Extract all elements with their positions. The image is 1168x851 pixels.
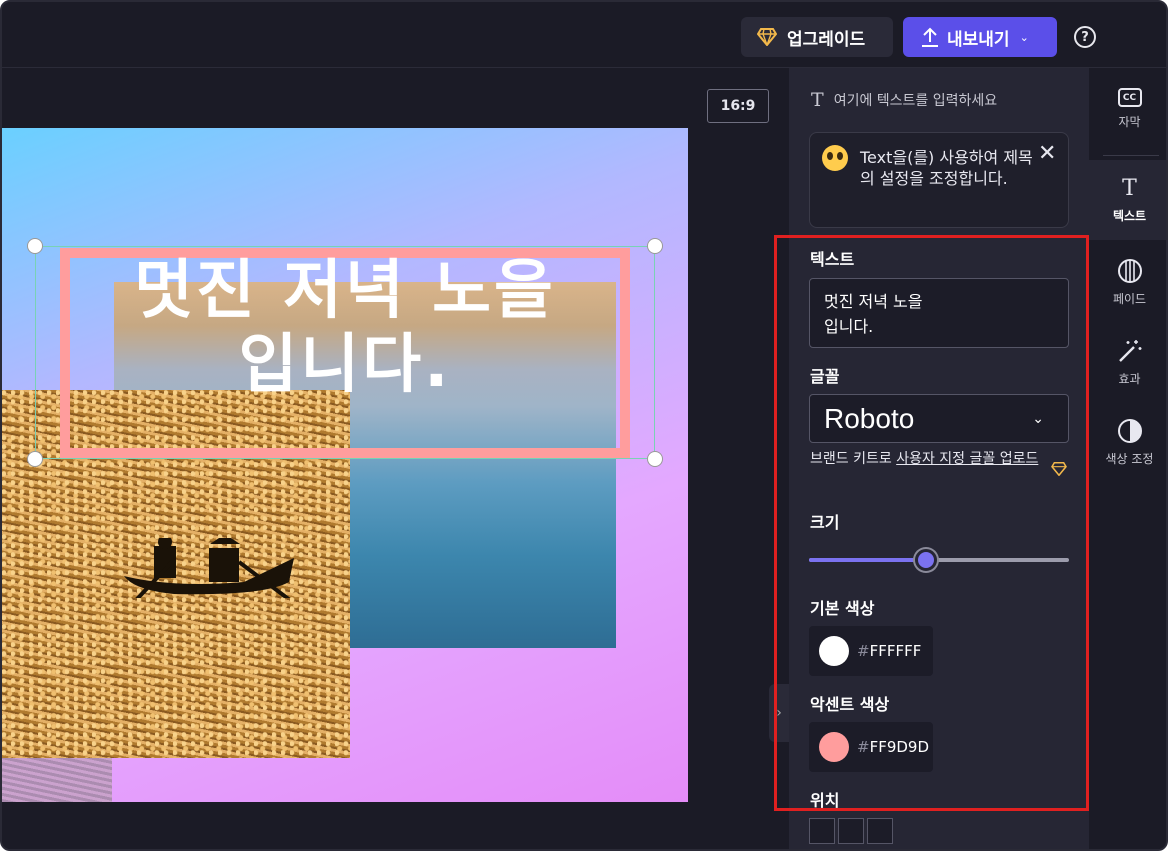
rail-item-label: 자막 bbox=[1118, 115, 1141, 129]
export-button[interactable]: 내보내기 ⌄ bbox=[903, 17, 1057, 57]
emoji-icon bbox=[822, 145, 848, 171]
rail-item-label: 페이드 bbox=[1112, 292, 1147, 306]
upload-icon bbox=[922, 27, 938, 47]
contrast-icon bbox=[1117, 419, 1142, 443]
magic-wand-icon bbox=[1118, 340, 1141, 362]
position-cell[interactable] bbox=[838, 818, 864, 844]
question-icon: ? bbox=[1081, 29, 1089, 45]
highlight-frame bbox=[774, 235, 1089, 811]
right-tool-rail: CC 자막 T 텍스트 페이드 효과 색상 조정 bbox=[1089, 68, 1166, 849]
selection-box[interactable] bbox=[35, 246, 655, 459]
rail-item-label: 효과 bbox=[1118, 372, 1141, 386]
panel-hint: T 여기에 텍스트를 입력하세요 bbox=[811, 89, 997, 111]
water-reflection bbox=[2, 758, 112, 802]
editor-window: 업그레이드 내보내기 ⌄ ? 16:9 멋진 저녁 노을 입니다. › T 여기… bbox=[0, 0, 1168, 851]
tip-card: Text을(를) 사용하여 제목의 설정을 조정합니다. ✕ bbox=[809, 132, 1069, 228]
export-label: 내보내기 bbox=[947, 29, 1010, 50]
fade-icon bbox=[1117, 259, 1142, 283]
rail-item-effects[interactable]: 효과 bbox=[1089, 338, 1166, 398]
text-icon: T bbox=[1122, 176, 1137, 201]
rail-item-label: 텍스트 bbox=[1112, 209, 1147, 223]
divider bbox=[1103, 155, 1159, 156]
position-grid bbox=[809, 818, 893, 844]
rail-item-label: 색상 조정 bbox=[1105, 452, 1154, 466]
text-icon: T bbox=[811, 89, 824, 111]
preview-stage: 16:9 멋진 저녁 노을 입니다. › bbox=[2, 68, 789, 849]
top-bar: 업그레이드 내보내기 ⌄ ? bbox=[2, 2, 1166, 68]
resize-handle-top-right[interactable] bbox=[647, 238, 663, 254]
aspect-ratio-button[interactable]: 16:9 bbox=[707, 89, 769, 123]
position-cell[interactable] bbox=[809, 818, 835, 844]
cc-icon: CC bbox=[1117, 88, 1142, 107]
upgrade-button[interactable]: 업그레이드 bbox=[741, 17, 893, 57]
rail-item-color-adjust[interactable]: 색상 조정 bbox=[1089, 418, 1166, 478]
chevron-down-icon: ⌄ bbox=[1019, 30, 1029, 44]
rail-item-fade[interactable]: 페이드 bbox=[1089, 258, 1166, 318]
rail-item-text[interactable]: T 텍스트 bbox=[1089, 160, 1166, 240]
resize-handle-top-left[interactable] bbox=[27, 238, 43, 254]
panel-hint-text: 여기에 텍스트를 입력하세요 bbox=[833, 93, 998, 109]
position-cell[interactable] bbox=[867, 818, 893, 844]
resize-handle-bottom-left[interactable] bbox=[27, 451, 43, 467]
upgrade-label: 업그레이드 bbox=[787, 29, 866, 50]
resize-handle-bottom-right[interactable] bbox=[647, 451, 663, 467]
close-icon[interactable]: ✕ bbox=[1038, 141, 1056, 166]
video-canvas[interactable]: 멋진 저녁 노을 입니다. bbox=[2, 128, 688, 802]
help-button[interactable]: ? bbox=[1074, 26, 1096, 48]
boat-silhouette bbox=[124, 538, 294, 598]
rail-item-captions[interactable]: CC 자막 bbox=[1089, 88, 1166, 148]
tip-text: Text을(를) 사용하여 제목의 설정을 조정합니다. bbox=[860, 148, 1033, 188]
diamond-icon bbox=[757, 28, 777, 46]
